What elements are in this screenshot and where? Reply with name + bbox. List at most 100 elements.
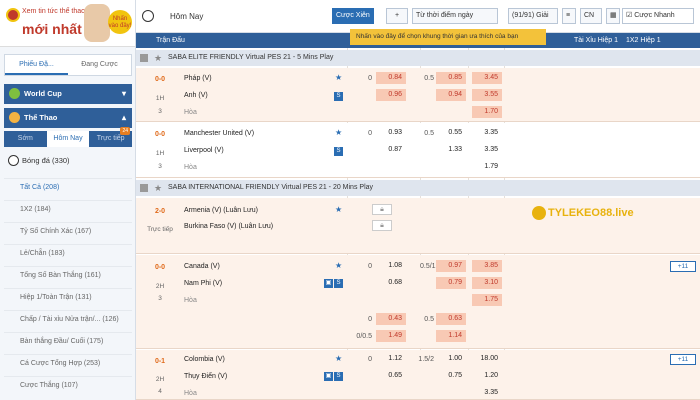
- match-score: 2-0: [154, 208, 166, 215]
- handicap-line: 0: [368, 263, 372, 270]
- world-cup-label: World Cup: [24, 89, 62, 98]
- tab-betslip[interactable]: Phiếu Đặ...: [5, 55, 68, 75]
- odds-over[interactable]: 0.85: [436, 72, 466, 84]
- lock-icon: 🔒︎: [372, 220, 392, 231]
- subtab-live[interactable]: Trực tiếp 24: [89, 127, 132, 147]
- banner-top-text: Xem tin tức thể thao: [22, 8, 86, 15]
- odds-under[interactable]: 0.75: [436, 370, 466, 382]
- stats-icon[interactable]: S: [334, 279, 343, 288]
- world-cup-icon: [9, 88, 20, 99]
- market-item-all[interactable]: Tất Cả (208): [4, 178, 132, 196]
- favorite-star-icon[interactable]: ★: [335, 354, 342, 363]
- odds-1x2-home[interactable]: 3.45: [472, 72, 502, 84]
- odds-1x2-away[interactable]: 3.35: [472, 144, 502, 156]
- odds-1x2-away[interactable]: 1.20: [472, 370, 502, 382]
- draw-label: Hòa: [184, 390, 197, 397]
- sort-select[interactable]: Từ thời điểm ngày: [412, 8, 498, 24]
- odds-home[interactable]: 0.93: [376, 127, 406, 139]
- stats-icon[interactable]: S: [334, 147, 343, 156]
- away-team: Nam Phi (V): [184, 280, 223, 287]
- odds-extra-over[interactable]: 0.63: [436, 313, 466, 325]
- favorite-star-icon[interactable]: ★: [335, 261, 342, 270]
- sports-menu[interactable]: Thể Thao ▴: [4, 108, 132, 128]
- home-team: Colombia (V): [184, 356, 225, 363]
- quick-bet-toggle[interactable]: ☑ Cược Nhanh: [622, 8, 694, 24]
- odds-over[interactable]: 0.55: [436, 127, 466, 139]
- odds-1x2-away[interactable]: 3.55: [472, 89, 502, 101]
- market-item-outright[interactable]: Cược Thắng (107): [4, 376, 132, 394]
- odds-1x2-draw[interactable]: 1.79: [472, 161, 502, 173]
- sports-icon: [9, 112, 20, 123]
- odds-1x2-draw[interactable]: 3.35: [472, 387, 502, 399]
- market-item-mix-parlay[interactable]: Cá Cược Tổng Hợp (253): [4, 354, 132, 372]
- live-count-badge: 24: [120, 127, 131, 135]
- odds-1x2-home[interactable]: 3.35: [472, 127, 502, 139]
- timeframe-tooltip: Nhấn vào đây để chọn khung thời gian ưa …: [350, 29, 546, 45]
- live-tv-icon[interactable]: ▣: [324, 372, 333, 381]
- odds-over[interactable]: 0.97: [436, 260, 466, 272]
- market-item-ht-ft[interactable]: Hiệp 1/Toàn Trận (131): [4, 288, 132, 306]
- market-item-first-last-goal[interactable]: Bàn thắng Đầu/ Cuối (175): [4, 332, 132, 350]
- stats-icon[interactable]: S: [334, 372, 343, 381]
- more-markets-button[interactable]: +11: [670, 261, 696, 272]
- market-item-odd-even[interactable]: Lẻ/Chẵn (183): [4, 244, 132, 262]
- collapse-icon[interactable]: [140, 184, 148, 192]
- favorite-star-icon[interactable]: ★: [335, 128, 342, 137]
- more-markets-button[interactable]: +11: [670, 354, 696, 365]
- odds-1x2-home[interactable]: 18.00: [472, 353, 502, 365]
- ou-line: 0.5/1: [420, 263, 436, 270]
- add-button[interactable]: +: [386, 8, 408, 24]
- odds-1x2-draw[interactable]: 1.75: [472, 294, 502, 306]
- banner-main-text: mới nhất: [22, 21, 82, 37]
- away-team: Anh (V): [184, 92, 208, 99]
- odds-extra-home[interactable]: 0.43: [376, 313, 406, 325]
- odds-away[interactable]: 0.87: [376, 144, 406, 156]
- tab-open-bets[interactable]: Đang Cược: [68, 55, 131, 75]
- collapse-icon[interactable]: [140, 54, 148, 62]
- odds-under[interactable]: 1.33: [436, 144, 466, 156]
- odds-away[interactable]: 0.65: [376, 370, 406, 382]
- star-icon[interactable]: ★: [154, 50, 162, 66]
- parlay-button[interactable]: Cược Xiên: [332, 8, 374, 24]
- odds-home[interactable]: 1.08: [376, 260, 406, 272]
- subtab-today[interactable]: Hôm Nay: [46, 131, 90, 147]
- league-header[interactable]: ★ SABA ELITE FRIENDLY Virtual PES 21 - 5…: [136, 50, 700, 66]
- league-header[interactable]: ★ SABA INTERNATIONAL FRIENDLY Virtual PE…: [136, 180, 700, 196]
- odds-over[interactable]: 1.00: [436, 353, 466, 365]
- market-item-1x2[interactable]: 1X2 (184): [4, 200, 132, 218]
- star-icon[interactable]: ★: [154, 180, 162, 196]
- odds-extra-under[interactable]: 1.14: [436, 330, 466, 342]
- football-category[interactable]: Bóng đá (330): [4, 152, 132, 170]
- grid-view-icon[interactable]: ▦: [606, 8, 620, 24]
- news-banner[interactable]: Xem tin tức thể thao mới nhất Nhấn vào đ…: [0, 0, 135, 47]
- odds-type-select[interactable]: CN: [580, 8, 602, 24]
- market-item-correct-score[interactable]: Tỷ Số Chính Xác (167): [4, 222, 132, 240]
- market-item-total-goals[interactable]: Tổng Số Bàn Thắng (161): [4, 266, 132, 284]
- odds-1x2-away[interactable]: 3.10: [472, 277, 502, 289]
- odds-home[interactable]: 1.12: [376, 353, 406, 365]
- banner-click-badge[interactable]: Nhấn vào đây!: [108, 10, 132, 34]
- soccer-ball-icon: [8, 155, 19, 166]
- odds-1x2-home[interactable]: 3.85: [472, 260, 502, 272]
- league-name: SABA ELITE FRIENDLY Virtual PES 21 - 5 M…: [168, 54, 334, 61]
- odds-under[interactable]: 0.94: [436, 89, 466, 101]
- favorite-star-icon[interactable]: ★: [335, 205, 342, 214]
- match-row: 0-0 2H 3 Canada (V) Nam Phi (V) Hòa ★ ▣ …: [136, 255, 700, 349]
- world-cup-menu[interactable]: World Cup ▾: [4, 84, 132, 104]
- odds-home[interactable]: 0.84: [376, 72, 406, 84]
- live-tv-icon[interactable]: ▣: [324, 279, 333, 288]
- market-item-half-handicap[interactable]: Chấp / Tài xỉu Nửa trận/... (126): [4, 310, 132, 328]
- list-view-icon[interactable]: ≡: [562, 8, 576, 24]
- odds-1x2-draw[interactable]: 1.70: [472, 106, 502, 118]
- draw-label: Hòa: [184, 164, 197, 171]
- odds-away[interactable]: 0.96: [376, 89, 406, 101]
- stats-icon[interactable]: S: [334, 92, 343, 101]
- league-filter[interactable]: (91/91) Giải: [508, 8, 558, 24]
- odds-extra-away[interactable]: 1.49: [376, 330, 406, 342]
- subtab-early[interactable]: Sớm: [4, 131, 47, 147]
- ou-line: 0.5: [424, 130, 434, 137]
- odds-under[interactable]: 0.79: [436, 277, 466, 289]
- favorite-star-icon[interactable]: ★: [335, 73, 342, 82]
- odds-away[interactable]: 0.68: [376, 277, 406, 289]
- away-team: Thụy Điển (V): [184, 373, 228, 380]
